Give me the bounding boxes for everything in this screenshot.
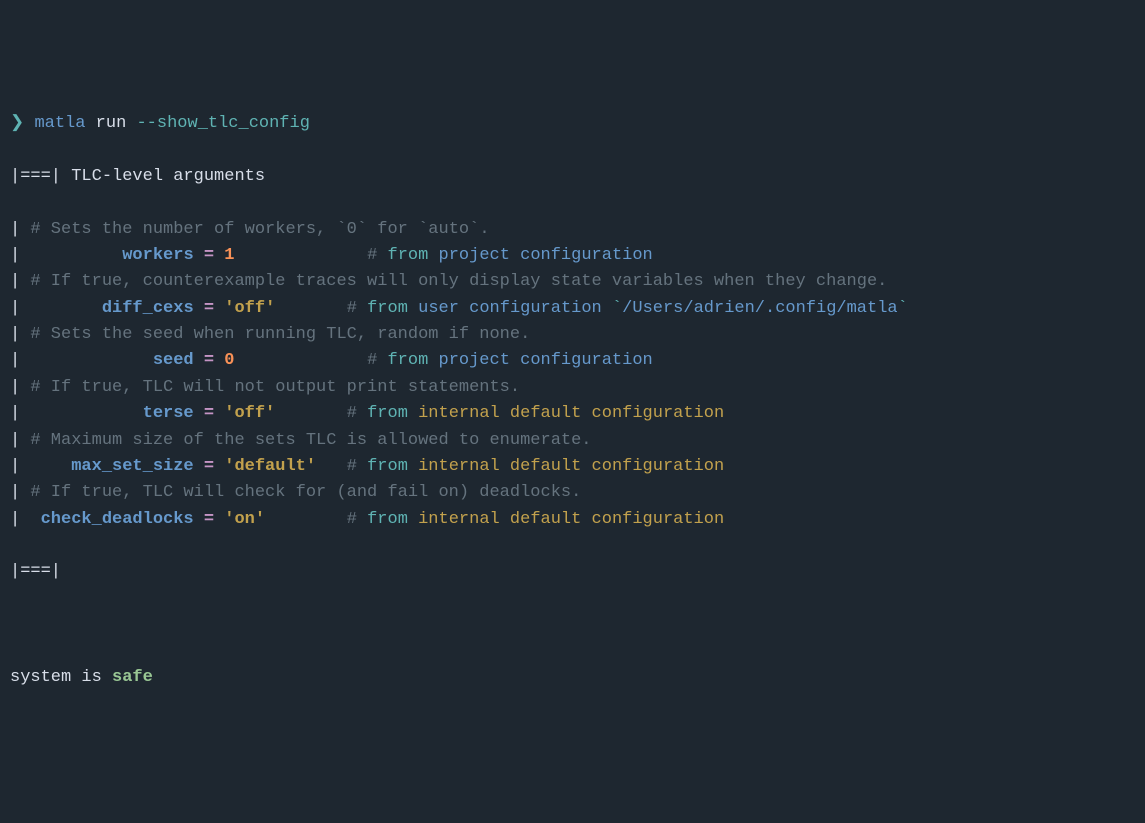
path-tick-icon: ` (898, 299, 908, 318)
from-label: from (367, 457, 408, 476)
footer-border: |===| (10, 562, 61, 581)
equals-sign: = (204, 510, 214, 529)
comment-text: # If true, TLC will check for (and fail … (30, 483, 581, 502)
from-label: from (367, 404, 408, 423)
result-status: safe (112, 668, 153, 687)
source-name: user configuration (418, 299, 602, 318)
path-tick-icon: ` (612, 299, 622, 318)
section-header: |===| TLC-level arguments (10, 164, 1135, 190)
config-key: seed (153, 351, 194, 370)
equals-sign: = (204, 404, 214, 423)
config-value: 1 (224, 246, 234, 265)
equals-sign: = (204, 351, 214, 370)
config-desc: | # If true, TLC will not output print s… (10, 375, 1135, 401)
source-name: internal default configuration (418, 457, 724, 476)
comment-text: # Sets the seed when running TLC, random… (30, 325, 530, 344)
equals-sign: = (204, 299, 214, 318)
config-key: check_deadlocks (41, 510, 194, 529)
row-border: | (10, 404, 20, 423)
row-border: | (10, 220, 20, 239)
row-border: | (10, 510, 20, 529)
comment-text: # Sets the number of workers, `0` for `a… (30, 220, 489, 239)
comment-text: # If true, counterexample traces will on… (30, 272, 887, 291)
comment-text: # Maximum size of the sets TLC is allowe… (30, 431, 591, 450)
section-footer: |===| (10, 559, 1135, 585)
config-entry: | check_deadlocks = 'on' # from internal… (10, 507, 1135, 533)
source-comment: # (347, 510, 367, 529)
config-entry: | max_set_size = 'default' # from intern… (10, 454, 1135, 480)
comment-text: # If true, TLC will not output print sta… (30, 378, 520, 397)
equals-sign: = (204, 457, 214, 476)
config-key: workers (122, 246, 193, 265)
result-line: system is safe (10, 665, 1135, 691)
row-border: | (10, 299, 20, 318)
source-name: internal default configuration (418, 404, 724, 423)
config-desc: | # If true, counterexample traces will … (10, 269, 1135, 295)
config-value: 'off' (224, 299, 275, 318)
config-key: diff_cexs (102, 299, 194, 318)
config-value: 'default' (224, 457, 316, 476)
command-subcommand: run (96, 114, 127, 133)
config-key: max_set_size (71, 457, 193, 476)
row-border: | (10, 431, 20, 450)
result-prefix: system is (10, 668, 112, 687)
from-label: from (387, 351, 428, 370)
config-value: 'off' (224, 404, 275, 423)
header-border: |===| (10, 167, 61, 186)
config-desc: | # Sets the number of workers, `0` for … (10, 217, 1135, 243)
config-entry: | workers = 1 # from project configurati… (10, 243, 1135, 269)
config-desc: | # If true, TLC will check for (and fai… (10, 480, 1135, 506)
from-label: from (367, 299, 408, 318)
header-title: TLC-level arguments (71, 167, 265, 186)
source-comment: # (347, 299, 367, 318)
source-comment: # (347, 457, 367, 476)
row-border: | (10, 483, 20, 502)
source-path: /Users/adrien/.config/matla (622, 299, 897, 318)
config-entry: | diff_cexs = 'off' # from user configur… (10, 296, 1135, 322)
row-border: | (10, 378, 20, 397)
command-name: matla (34, 114, 85, 133)
from-label: from (388, 246, 429, 265)
source-name: internal default configuration (418, 510, 724, 529)
from-label: from (367, 510, 408, 529)
command-line: ❯ matla run --show_tlc_config (10, 111, 1135, 137)
row-border: | (10, 272, 20, 291)
config-entry: | seed = 0 # from project configuration (10, 348, 1135, 374)
row-border: | (10, 325, 20, 344)
config-desc: | # Sets the seed when running TLC, rand… (10, 322, 1135, 348)
blank-line (10, 612, 1135, 638)
config-key: terse (143, 404, 194, 423)
source-name: project configuration (439, 246, 653, 265)
source-name: project configuration (439, 351, 653, 370)
source-comment: # (367, 246, 387, 265)
row-border: | (10, 351, 20, 370)
config-desc: | # Maximum size of the sets TLC is allo… (10, 428, 1135, 454)
config-value: 0 (224, 351, 234, 370)
row-border: | (10, 457, 20, 476)
source-comment: # (367, 351, 387, 370)
equals-sign: = (204, 246, 214, 265)
row-border: | (10, 246, 20, 265)
source-comment: # (347, 404, 367, 423)
command-flag: --show_tlc_config (136, 114, 309, 133)
prompt-arrow-icon: ❯ (10, 114, 24, 133)
config-entry: | terse = 'off' # from internal default … (10, 401, 1135, 427)
config-value: 'on' (224, 510, 265, 529)
